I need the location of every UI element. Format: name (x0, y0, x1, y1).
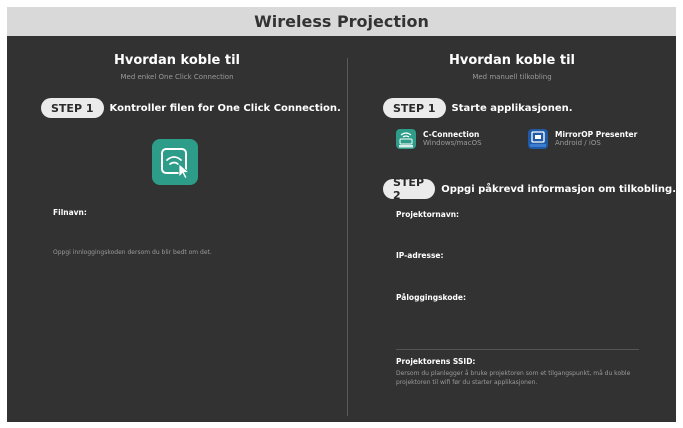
login-code-hint: Oppgi innloggingskoden dersom du blir be… (53, 249, 212, 256)
left-subheading: Med enkel One Click Connection (120, 73, 234, 81)
ip-address-label: IP-adresse: (396, 251, 444, 260)
right-step1-text: Starte applikasjonen. (451, 102, 573, 114)
window-title: Wireless Projection (254, 12, 429, 31)
c-connection-name: C-Connection (423, 130, 480, 139)
left-step1-text: Kontroller filen for One Click Connectio… (109, 102, 341, 114)
filename-label: Filnavn: (53, 208, 87, 217)
mirrorop-icon (528, 129, 548, 149)
mirrorop-app[interactable]: MirrorOP Presenter Android / iOS (528, 129, 637, 149)
c-connection-app[interactable]: C-Connection Windows/macOS (396, 129, 482, 149)
left-heading: Hvordan koble til (113, 53, 240, 68)
right-step1-badge: STEP 1 (383, 98, 446, 118)
c-connection-icon (396, 129, 416, 149)
mirrorop-platform: Android / iOS (555, 139, 601, 147)
step2-badge: STEP 2 (383, 176, 436, 202)
c-connection-platform: Windows/macOS (423, 139, 482, 147)
login-code-label: Påloggingskode: (396, 293, 466, 302)
one-click-connection-icon (152, 139, 198, 185)
right-step2-text: Oppgi påkrevd informasjon om tilkobling. (441, 183, 676, 195)
right-heading: Hvordan koble til (448, 53, 575, 68)
window-title-bar: Wireless Projection (7, 7, 676, 36)
ssid-divider (396, 349, 639, 350)
right-step2-row: STEP 2 Oppgi påkrevd informasjon om tilk… (383, 176, 676, 202)
ssid-label: Projektorens SSID: (396, 357, 476, 366)
left-step1-row: STEP 1 Kontroller filen for One Click Co… (41, 98, 341, 118)
mirrorop-name: MirrorOP Presenter (555, 130, 638, 139)
right-step1-row: STEP 1 Starte applikasjonen. (383, 98, 573, 118)
main-panel: Hvordan koble til Med enkel One Click Co… (7, 36, 676, 422)
column-divider (347, 58, 348, 416)
projector-name-label: Projektornavn: (396, 210, 460, 219)
right-subheading: Med manuell tilkobling (472, 73, 552, 81)
ssid-hint: Dersom du planlegger å bruke projektoren… (396, 370, 631, 386)
step1-badge: STEP 1 (41, 98, 104, 118)
